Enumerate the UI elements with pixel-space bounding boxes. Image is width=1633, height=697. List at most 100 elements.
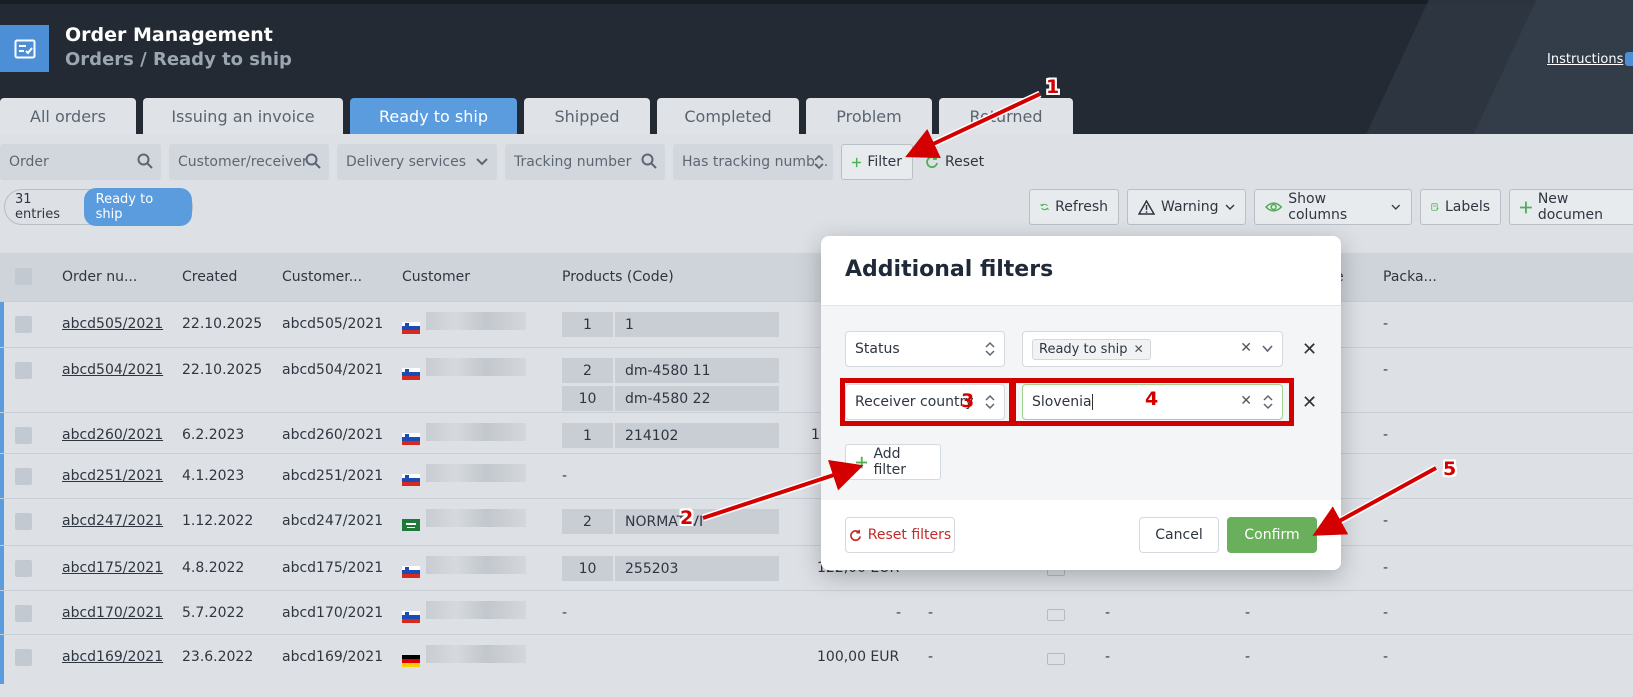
- tab-issuing-invoice[interactable]: Issuing an invoice: [143, 98, 343, 134]
- modal-footer: Reset filters Cancel Confirm: [821, 500, 1341, 570]
- filter-button[interactable]: Filter: [841, 144, 913, 180]
- search-icon: [305, 153, 321, 169]
- remove-tag-icon[interactable]: ✕: [1134, 342, 1144, 356]
- country-flag-icon: [402, 430, 420, 445]
- chevron-down-icon: [1262, 345, 1273, 353]
- table-row[interactable]: abcd175/2021 4.8.2022 abcd175/2021 10 255203…: [0, 545, 1633, 590]
- column-header-created[interactable]: Created: [182, 269, 237, 285]
- row-accent-bar: [0, 454, 4, 498]
- labels-button-label: Labels: [1444, 199, 1490, 215]
- chevron-down-icon: [476, 158, 488, 166]
- refresh-button-label: Refresh: [1055, 199, 1108, 215]
- order-number-link[interactable]: abcd251/2021: [62, 468, 163, 484]
- delivery-services-select[interactable]: Delivery services: [337, 144, 497, 180]
- show-columns-dropdown[interactable]: Show columns: [1254, 189, 1412, 225]
- labels-button[interactable]: Labels: [1420, 189, 1501, 225]
- order-number-link[interactable]: abcd505/2021: [62, 316, 163, 332]
- package-value: -: [1383, 605, 1389, 621]
- entries-summary: 31 entries Ready to ship: [4, 188, 193, 226]
- country-flag-icon: [402, 471, 420, 486]
- reset-filters-button[interactable]: Reset filters: [845, 517, 955, 553]
- tab-ready-to-ship[interactable]: Ready to ship: [350, 98, 517, 134]
- created-date: 1.12.2022: [182, 513, 254, 529]
- instructions-link[interactable]: Instructions: [1547, 52, 1623, 67]
- table-row[interactable]: abcd260/2021 6.2.2023 abcd260/2021 1 214102 1…: [0, 412, 1633, 453]
- customer-search-input[interactable]: Customer/receiver: [169, 144, 329, 180]
- table-row[interactable]: abcd504/2021 22.10.2025 abcd504/2021 2 dm-45…: [0, 347, 1633, 412]
- order-search-input[interactable]: Order: [0, 144, 161, 180]
- table-row[interactable]: abcd247/2021 1.12.2022 abcd247/2021 2 NORMAT…: [0, 498, 1633, 545]
- country-flag-icon: [402, 652, 420, 667]
- order-list-icon: [14, 39, 35, 58]
- column-header-order[interactable]: Order nu...: [62, 269, 137, 285]
- tab-completed[interactable]: Completed: [657, 98, 799, 134]
- column-value: -: [1245, 605, 1251, 621]
- row-checkbox[interactable]: [15, 560, 32, 577]
- reset-button[interactable]: Reset: [925, 144, 984, 180]
- new-document-button[interactable]: New documen: [1509, 189, 1633, 225]
- content-area: Order Customer/receiver Delivery service…: [0, 134, 1633, 697]
- tracking-number-input[interactable]: Tracking number: [505, 144, 665, 180]
- instructions-icon[interactable]: [1625, 52, 1633, 66]
- column-header-products[interactable]: Products (Code): [562, 269, 674, 285]
- add-filter-button[interactable]: Add filter: [845, 444, 941, 480]
- tab-returned[interactable]: Returned: [939, 98, 1073, 134]
- product-code: dm-4580 11: [615, 358, 779, 383]
- tab-shipped[interactable]: Shipped: [524, 98, 650, 134]
- product-quantity: 2: [562, 509, 613, 534]
- refresh-button[interactable]: Refresh: [1029, 189, 1119, 225]
- remove-filter-icon[interactable]: ✕: [1302, 392, 1317, 413]
- created-date: 22.10.2025: [182, 362, 263, 378]
- table-row[interactable]: abcd251/2021 4.1.2023 abcd251/2021 -: [0, 453, 1633, 498]
- table-header: Order nu... Created Customer... Customer…: [0, 253, 1633, 301]
- select-all-checkbox[interactable]: [15, 268, 32, 285]
- new-document-label: New documen: [1537, 191, 1603, 223]
- customer-number: abcd504/2021: [282, 362, 384, 378]
- tab-all-orders[interactable]: All orders: [0, 98, 136, 134]
- order-number-link[interactable]: abcd247/2021: [62, 513, 163, 529]
- confirm-button[interactable]: Confirm: [1227, 517, 1317, 553]
- step-marker-5: 5: [1443, 458, 1457, 480]
- column-value: -: [1245, 649, 1251, 665]
- table-row[interactable]: abcd170/2021 5.7.2022 abcd170/2021 - - - - - -: [0, 590, 1633, 634]
- row-accent-bar: [0, 348, 4, 412]
- table-row[interactable]: abcd169/2021 23.6.2022 abcd169/2021 100,00 …: [0, 634, 1633, 684]
- step-marker-2: 2: [680, 507, 694, 529]
- customer-name-redacted: [426, 358, 526, 376]
- clear-icon[interactable]: ✕: [1240, 340, 1252, 356]
- row-checkbox[interactable]: [15, 362, 32, 379]
- table-row[interactable]: abcd505/2021 22.10.2025 abcd505/2021 1 1 -: [0, 301, 1633, 347]
- filter-field-select-status[interactable]: Status: [845, 331, 1005, 367]
- column-header-customer-no[interactable]: Customer...: [282, 269, 362, 285]
- warning-dropdown[interactable]: Warning: [1127, 189, 1246, 225]
- label-print-icon: [1431, 203, 1439, 211]
- order-number-link[interactable]: abcd260/2021: [62, 427, 163, 443]
- customer-name-redacted: [426, 464, 526, 482]
- package-value: -: [1383, 560, 1389, 576]
- has-tracking-select[interactable]: Has tracking numb...: [673, 144, 833, 180]
- row-checkbox[interactable]: [15, 649, 32, 666]
- cancel-button[interactable]: Cancel: [1139, 517, 1219, 553]
- created-date: 6.2.2023: [182, 427, 245, 443]
- order-number-link[interactable]: abcd504/2021: [62, 362, 163, 378]
- row-accent-bar: [0, 302, 4, 347]
- order-number-link[interactable]: abcd169/2021: [62, 649, 163, 665]
- header-decoration-2: [1403, 0, 1633, 142]
- app-header: Order Management Orders / Ready to ship …: [0, 0, 1633, 142]
- order-number-link[interactable]: abcd175/2021: [62, 560, 163, 576]
- row-checkbox[interactable]: [15, 427, 32, 444]
- customer-name-redacted: [426, 556, 526, 574]
- tab-problem[interactable]: Problem: [806, 98, 932, 134]
- order-number-link[interactable]: abcd170/2021: [62, 605, 163, 621]
- column-header-customer[interactable]: Customer: [402, 269, 470, 285]
- order-amount: 100,00 EUR: [817, 649, 900, 665]
- customer-number: abcd505/2021: [282, 316, 384, 332]
- row-checkbox[interactable]: [15, 605, 32, 622]
- row-checkbox[interactable]: [15, 468, 32, 485]
- row-checkbox[interactable]: [15, 316, 32, 333]
- search-icon: [137, 153, 153, 169]
- column-header-package[interactable]: Packa...: [1383, 269, 1437, 285]
- row-checkbox[interactable]: [15, 513, 32, 530]
- remove-filter-icon[interactable]: ✕: [1302, 339, 1317, 360]
- filter-value-select-status[interactable]: Ready to ship ✕ ✕: [1022, 331, 1283, 367]
